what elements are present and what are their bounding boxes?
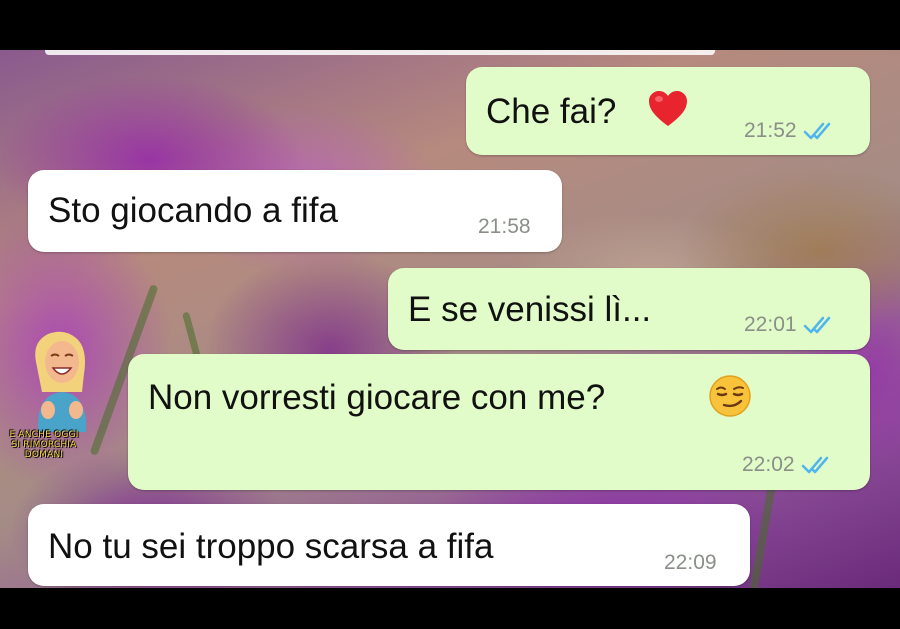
message-bubble-outgoing[interactable]: E se venissi lì... 22:01 bbox=[388, 268, 870, 350]
message-bubble-incoming[interactable]: Sto giocando a fifa 21:58 bbox=[28, 170, 562, 252]
message-bubble-outgoing[interactable]: Che fai? 21:52 bbox=[466, 67, 870, 155]
message-time: 22:09 bbox=[664, 551, 717, 574]
read-receipt-icon bbox=[803, 316, 830, 333]
watermark-line-2: SI RIMORCHIA DOMANI bbox=[11, 440, 77, 460]
message-time: 22:02 bbox=[742, 453, 795, 476]
message-text: E se venissi lì... bbox=[408, 290, 652, 329]
message-time: 21:52 bbox=[744, 119, 797, 142]
previous-bubble-edge bbox=[45, 50, 715, 55]
message-time: 21:58 bbox=[478, 215, 531, 238]
message-text: No tu sei troppo scarsa a fifa bbox=[48, 527, 494, 566]
read-receipt-icon bbox=[803, 122, 830, 139]
message-text: Che fai? bbox=[486, 92, 617, 131]
message-text: Non vorresti giocare con me? bbox=[148, 378, 606, 417]
smirking-face-icon bbox=[709, 375, 751, 417]
red-heart-icon bbox=[649, 91, 687, 126]
message-time: 22:01 bbox=[744, 313, 797, 336]
message-bubble-incoming[interactable]: No tu sei troppo scarsa a fifa 22:09 bbox=[28, 504, 750, 586]
message-text: Sto giocando a fifa bbox=[48, 191, 338, 230]
message-bubble-outgoing[interactable]: Non vorresti giocare con me? 22:02 bbox=[128, 354, 870, 490]
watermark-line-1: E ANCHE OGGI bbox=[9, 430, 79, 440]
read-receipt-icon bbox=[801, 456, 828, 473]
chat-area: Che fai? 21:52 Sto giocando a fifa 21:58… bbox=[0, 50, 900, 588]
watermark-caption: E ANCHE OGGI SI RIMORCHIA DOMANI bbox=[0, 430, 88, 460]
